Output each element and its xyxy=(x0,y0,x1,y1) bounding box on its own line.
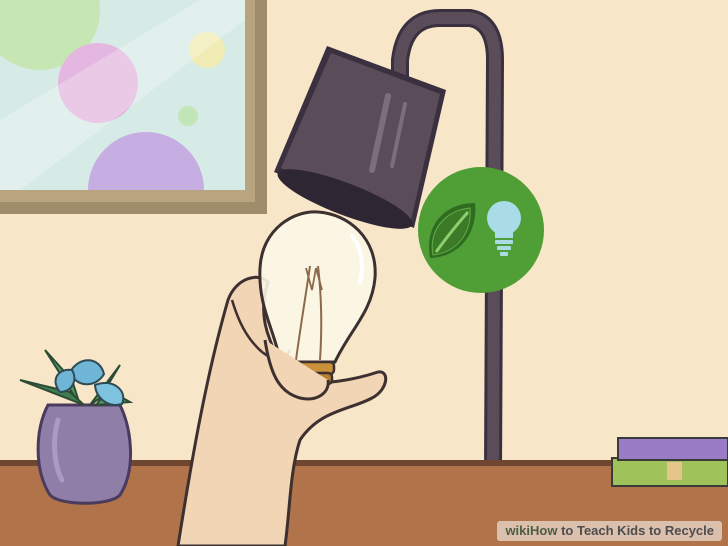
wall-painting xyxy=(0,0,267,214)
books xyxy=(611,437,728,487)
watermark-how: How xyxy=(530,523,558,538)
watermark-title: to Teach Kids to Recycle xyxy=(557,523,714,538)
watermark: wikiHow to Teach Kids to Recycle xyxy=(497,521,722,541)
watermark-wiki: wiki xyxy=(505,523,531,538)
leaf-and-lightbulb-icon xyxy=(418,167,544,293)
illustration xyxy=(0,0,728,546)
